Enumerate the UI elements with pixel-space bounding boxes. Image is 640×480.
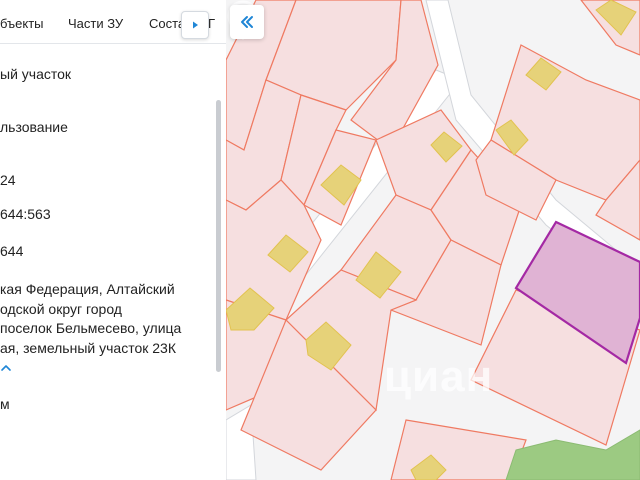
- address-line: ая, земельный участок 23К: [0, 339, 176, 356]
- address-line: поселок Бельмесево, улица: [0, 320, 182, 336]
- triangle-right-icon: [193, 21, 198, 29]
- permitted-use-value: льзование: [0, 119, 68, 135]
- info-panel: бъекты Части ЗУ Соста Г ый участок льзов…: [0, 0, 226, 480]
- tab-bar: бъекты Части ЗУ Соста Г: [0, 0, 226, 44]
- land-category-value: ый участок: [0, 66, 72, 82]
- chevron-up-icon[interactable]: [0, 363, 12, 373]
- area-value: 24: [0, 172, 16, 188]
- tab-parcel-parts[interactable]: Части ЗУ: [68, 16, 123, 31]
- tabs-scroll-right-button[interactable]: [181, 11, 209, 39]
- tab-objects[interactable]: бъекты: [0, 16, 44, 31]
- units-value: м: [0, 396, 10, 412]
- double-chevron-left-icon: [241, 16, 253, 28]
- panel-scrollbar[interactable]: [216, 100, 221, 372]
- cadastral-quarter-value[interactable]: 644: [0, 243, 23, 259]
- collapse-panel-button[interactable]: [230, 5, 264, 39]
- address-line: кая Федерация, Алтайский: [0, 281, 175, 297]
- tab-composition[interactable]: Соста: [149, 16, 185, 31]
- address-line: одской округ город: [0, 300, 122, 317]
- cadastral-number-value[interactable]: 644:563: [0, 206, 51, 222]
- address-value: кая Федерация, Алтайский одской округ го…: [0, 280, 214, 358]
- map-watermark: циан: [384, 352, 494, 401]
- cadastral-map[interactable]: циан: [226, 0, 640, 480]
- tab-overflow-label[interactable]: Г: [208, 16, 215, 31]
- map-canvas[interactable]: [226, 0, 640, 480]
